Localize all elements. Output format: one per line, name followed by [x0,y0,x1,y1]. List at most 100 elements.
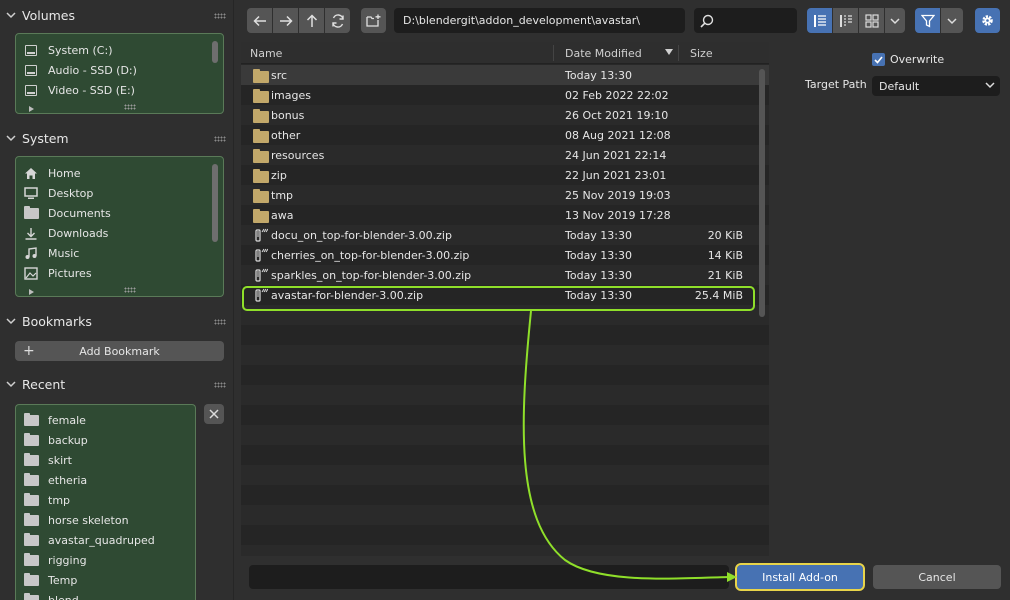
filter-settings-dropdown[interactable] [941,8,963,33]
arrow-right-icon [279,15,293,26]
file-name: other [271,129,301,142]
file-name: src [271,69,288,82]
volumes-scrollbar[interactable] [212,41,218,63]
system-item-desktop[interactable]: Desktop [16,183,223,203]
thumbnail-view-button[interactable] [859,8,884,33]
volume-item[interactable]: Video - SSD (E:) [16,80,223,100]
empty-row [241,325,769,345]
display-settings-dropdown[interactable] [885,8,905,33]
file-name: bonus [271,109,305,122]
system-item-music[interactable]: Music [16,243,223,263]
back-button[interactable] [247,8,272,33]
system-item-home[interactable]: Home [16,163,223,183]
sort-descending-icon[interactable] [665,49,673,56]
search-input[interactable] [694,8,797,33]
drive-icon [23,43,39,57]
file-name: cherries_on_top-for-blender-3.00.zip [271,249,470,262]
system-item-downloads[interactable]: Downloads [16,223,223,243]
parent-directory-button[interactable] [299,8,324,33]
recent-item[interactable]: tmp [16,490,195,510]
home-icon [23,166,39,180]
recent-item[interactable]: female [16,410,195,430]
folder-row[interactable]: zip 22 Jun 2021 23:01 [241,165,769,185]
recent-panel-header[interactable]: Recent [0,373,234,395]
drag-grip-icon[interactable] [214,136,226,142]
resize-grip-icon[interactable] [124,104,136,110]
clear-recent-button[interactable] [204,404,224,424]
system-panel-header[interactable]: System [0,127,234,149]
filter-toggle-button[interactable] [915,8,940,33]
column-divider[interactable] [678,45,679,61]
folder-icon [23,572,39,587]
folder-row[interactable]: resources 24 Jun 2021 22:14 [241,145,769,165]
folder-row[interactable]: other 08 Aug 2021 12:08 [241,125,769,145]
empty-row [241,365,769,385]
file-row[interactable]: cherries_on_top-for-blender-3.00.zip Toda… [241,245,769,265]
refresh-button[interactable] [325,8,350,33]
forward-button[interactable] [273,8,298,33]
target-path-select[interactable]: Default [872,76,1000,96]
cancel-label: Cancel [918,570,956,584]
bookmarks-panel-header[interactable]: Bookmarks [0,310,234,332]
highlighted-file-annotation [242,286,755,311]
documents-icon [23,205,39,220]
add-bookmark-button[interactable]: + Add Bookmark [15,341,224,361]
recent-item[interactable]: rigging [16,550,195,570]
arrow-left-icon [252,15,266,26]
new-folder-button[interactable] [361,8,386,33]
folder-row[interactable]: images 02 Feb 2022 22:02 [241,85,769,105]
resize-grip-icon[interactable] [124,287,136,293]
cancel-button[interactable]: Cancel [873,565,1001,589]
system-item-documents[interactable]: Documents [16,203,223,223]
drag-grip-icon[interactable] [214,319,226,325]
recent-item-label: rigging [48,553,87,567]
column-header-name[interactable]: Name [250,47,282,60]
expand-arrow-icon[interactable] [29,289,34,295]
drag-grip-icon[interactable] [214,13,226,19]
chevron-down-icon [6,318,16,325]
zip-file-icon [255,228,268,242]
volume-item[interactable]: Audio - SSD (D:) [16,60,223,80]
drag-grip-icon[interactable] [214,382,226,388]
column-header-size[interactable]: Size [690,47,713,60]
system-scrollbar[interactable] [212,164,218,242]
folder-icon [253,69,269,83]
install-addon-button[interactable]: Install Add-on [735,563,865,591]
folder-row[interactable]: bonus 26 Oct 2021 19:10 [241,105,769,125]
file-row[interactable]: docu_on_top-for-blender-3.00.zip Today 13… [241,225,769,245]
desktop-icon [23,186,39,200]
file-row[interactable]: sparkles_on_top-for-blender-3.00.zip Toda… [241,265,769,285]
system-item-label: Pictures [48,266,92,280]
directory-path-input[interactable]: D:\blendergit\addon_development\avastar\ [394,8,685,33]
column-header-date[interactable]: Date Modified [565,47,642,60]
install-addon-label: Install Add-on [762,570,838,584]
horizontal-list-view-button[interactable] [833,8,858,33]
recent-item[interactable]: Temp [16,570,195,590]
recent-item[interactable]: skirt [16,450,195,470]
recent-item[interactable]: blend [16,590,195,600]
recent-item[interactable]: backup [16,430,195,450]
volume-item-label: Video - SSD (E:) [48,83,135,97]
recent-item-label: skirt [48,453,72,467]
system-item-pictures[interactable]: Pictures [16,263,223,283]
folder-row[interactable]: awa 13 Nov 2019 17:28 [241,205,769,225]
column-divider[interactable] [553,45,554,61]
file-size: 14 KiB [707,249,743,262]
volume-item[interactable]: System (C:) [16,40,223,60]
options-toggle-button[interactable] [975,8,1000,33]
folder-row[interactable]: src Today 13:30 [241,65,769,85]
file-list-scrollbar[interactable] [759,69,765,317]
recent-item[interactable]: etheria [16,470,195,490]
expand-arrow-icon[interactable] [29,106,34,112]
vertical-list-view-button[interactable] [807,8,832,33]
filename-input[interactable] [249,565,729,589]
folder-row[interactable]: tmp 25 Nov 2019 19:03 [241,185,769,205]
folder-icon [23,452,39,467]
overwrite-checkbox[interactable] [872,53,885,66]
empty-row [241,445,769,465]
folder-icon [23,472,39,487]
recent-item[interactable]: horse skeleton [16,510,195,530]
volumes-panel-header[interactable]: Volumes [0,4,234,26]
recent-item[interactable]: avastar_quadruped [16,530,195,550]
file-size: 21 KiB [707,269,743,282]
